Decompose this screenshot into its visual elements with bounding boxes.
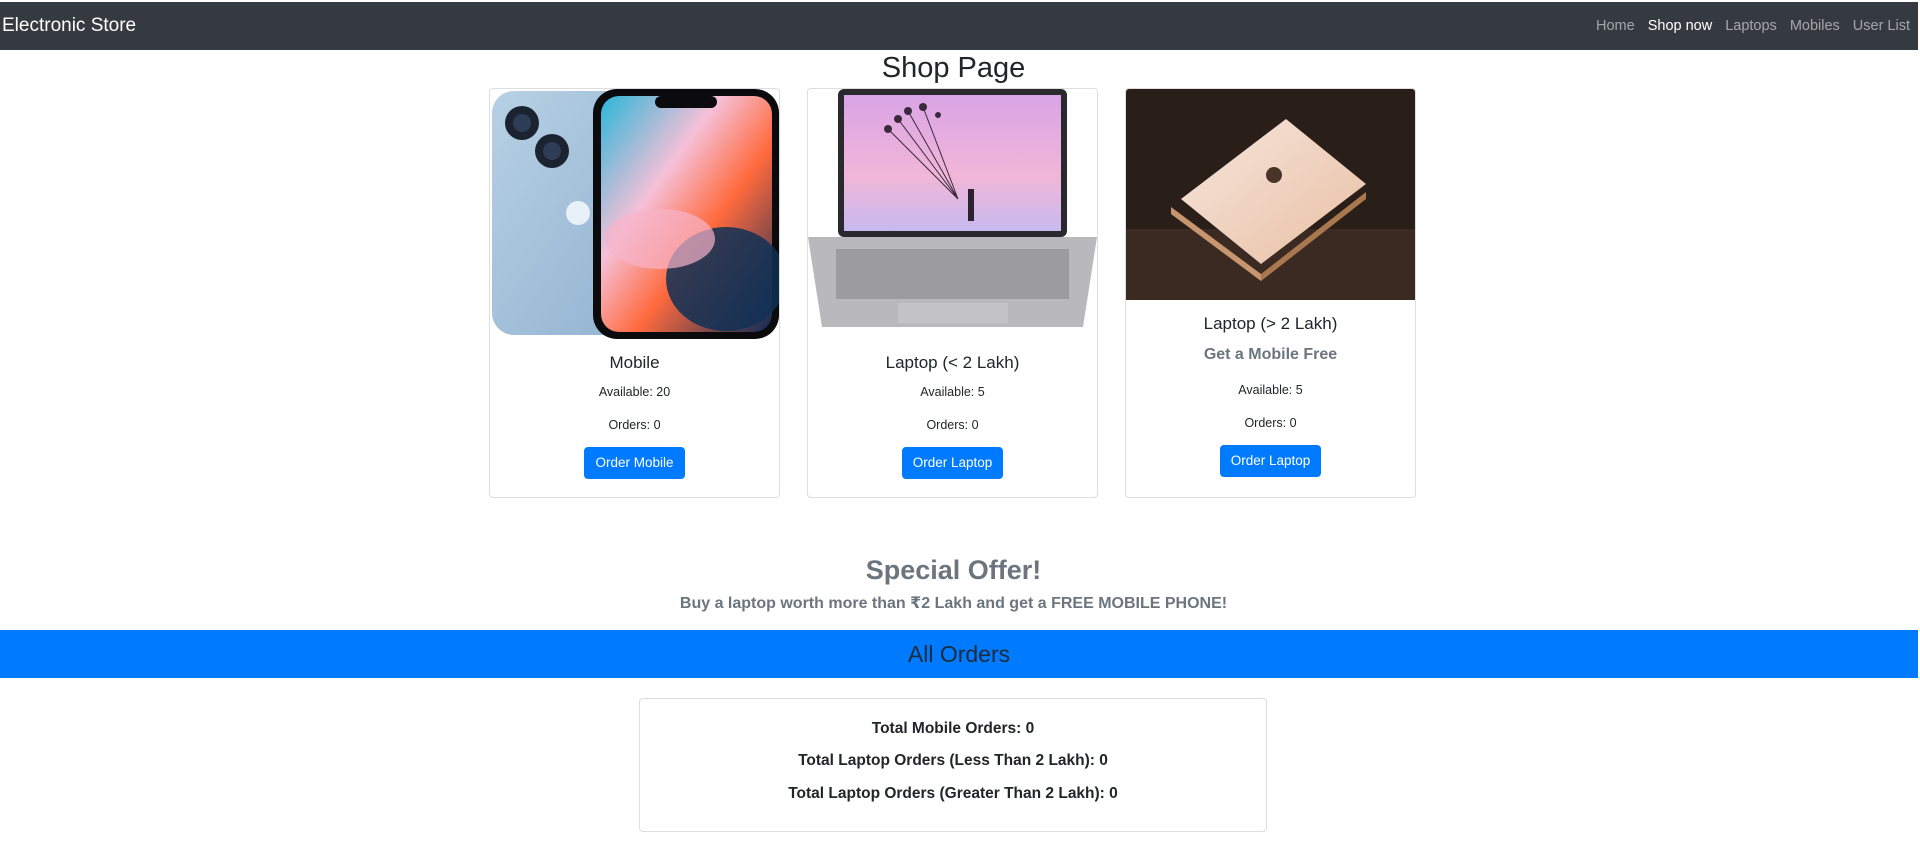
order-mobile-button[interactable]: Order Mobile	[584, 447, 685, 479]
product-title: Laptop (< 2 Lakh)	[885, 353, 1020, 372]
nav-link-shop-now[interactable]: Shop now	[1648, 18, 1713, 34]
order-laptop-premium-button[interactable]: Order Laptop	[1219, 445, 1322, 477]
premium-laptop-product-icon	[1126, 89, 1415, 300]
card-body: Mobile Available: 20 Orders: 0 Order Mob…	[490, 351, 779, 479]
phone-product-icon	[490, 89, 779, 339]
orders-count: Orders: 0	[608, 418, 661, 432]
special-offer-text: Buy a laptop worth more than ₹2 Lakh and…	[679, 595, 1228, 612]
product-card-laptop-low: Laptop (< 2 Lakh) Available: 5 Orders: 0…	[807, 88, 1098, 498]
available-count: Available: 5	[1238, 383, 1303, 397]
orders-count: Orders: 0	[926, 418, 979, 432]
available-count: Available: 5	[920, 385, 985, 399]
card-body: Laptop (< 2 Lakh) Available: 5 Orders: 0…	[808, 351, 1097, 479]
product-title: Laptop (> 2 Lakh)	[1203, 314, 1338, 333]
orders-count: Orders: 0	[1244, 416, 1297, 430]
total-mobile-orders: Total Mobile Orders: 0	[871, 720, 1035, 737]
total-laptop-orders-high: Total Laptop Orders (Greater Than 2 Lakh…	[788, 785, 1118, 802]
brand-link[interactable]: Electronic Store	[0, 15, 136, 37]
all-orders-heading: All Orders	[0, 630, 1918, 678]
orders-summary: Total Mobile Orders: 0 Total Laptop Orde…	[639, 698, 1267, 832]
laptop-product-icon	[808, 89, 1097, 339]
order-laptop-button[interactable]: Order Laptop	[901, 447, 1004, 479]
nav-link-home[interactable]: Home	[1596, 18, 1635, 34]
card-body: Laptop (> 2 Lakh) Get a Mobile Free Avai…	[1126, 312, 1415, 477]
product-title: Mobile	[609, 353, 660, 372]
nav-link-user-list[interactable]: User List	[1853, 18, 1910, 34]
special-offer-title: Special Offer!	[865, 555, 1042, 585]
navbar: Electronic Store Home Shop now Laptops M…	[0, 2, 1918, 50]
nav-link-mobiles[interactable]: Mobiles	[1790, 18, 1840, 34]
available-count: Available: 20	[598, 385, 671, 399]
nav-links: Home Shop now Laptops Mobiles User List	[1583, 18, 1918, 34]
free-mobile-subtitle: Get a Mobile Free	[1203, 346, 1338, 363]
total-laptop-orders-low: Total Laptop Orders (Less Than 2 Lakh): …	[798, 752, 1108, 769]
product-card-mobile: Mobile Available: 20 Orders: 0 Order Mob…	[489, 88, 780, 498]
page-title: Shop Page	[881, 52, 1026, 84]
product-card-laptop-high: Laptop (> 2 Lakh) Get a Mobile Free Avai…	[1125, 88, 1416, 498]
nav-link-laptops[interactable]: Laptops	[1725, 18, 1777, 34]
